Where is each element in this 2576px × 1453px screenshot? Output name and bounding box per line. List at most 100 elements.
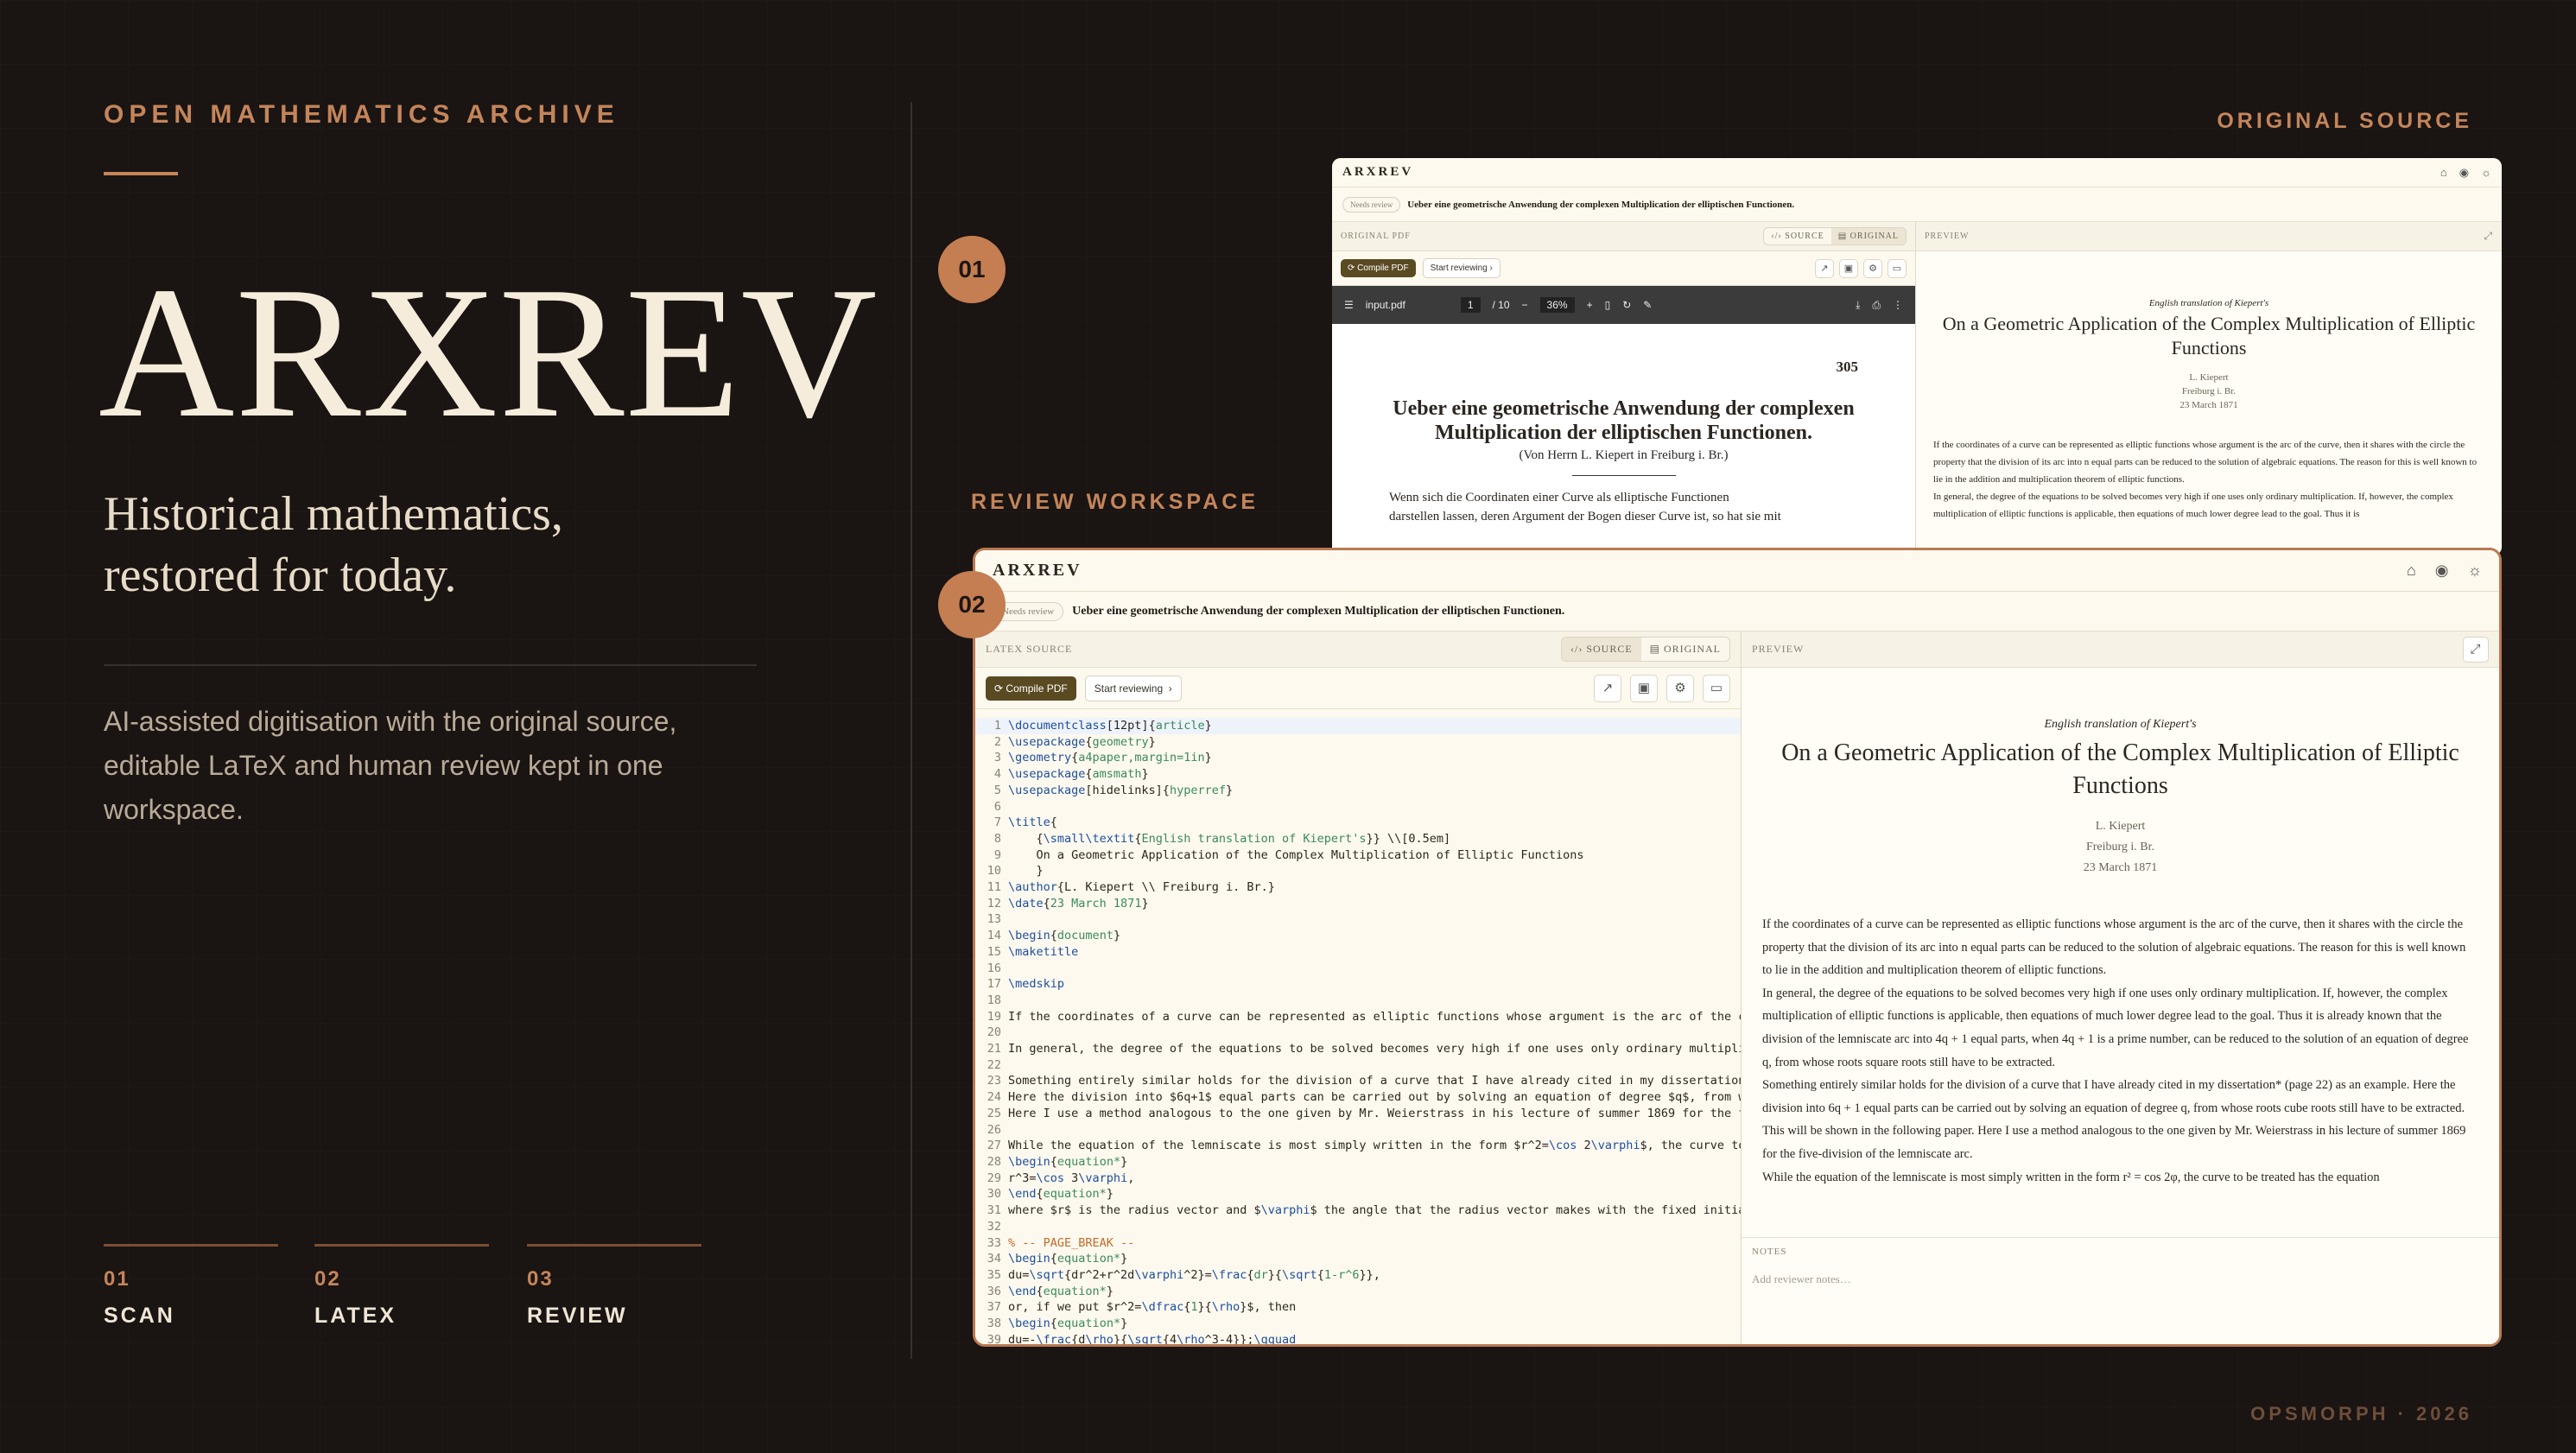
code-line[interactable]: 32	[975, 1219, 1741, 1235]
home-icon[interactable]: ⌂	[2407, 562, 2416, 580]
code-line[interactable]: 35 du=\sqrt{dr^2+r^2d\varphi^2}=\frac{dr}…	[975, 1267, 1741, 1284]
rotate-icon[interactable]: ↻	[1622, 299, 1631, 311]
menu-icon[interactable]: ☰	[1344, 299, 1354, 311]
code-line[interactable]: 18	[975, 993, 1741, 1009]
code-editor[interactable]: 1 \documentclass[12pt]{article} 2 \usepacka…	[975, 714, 1741, 1344]
account-icon[interactable]: ◉	[2435, 562, 2449, 580]
code-line[interactable]: 13	[975, 911, 1741, 928]
code-line[interactable]: 2 \usepackage{geometry}	[975, 734, 1741, 751]
app-logo[interactable]: ARXREV	[1342, 165, 1413, 180]
start-review-button[interactable]: Start reviewing ›	[1422, 258, 1501, 278]
save-icon[interactable]: ▭	[1888, 258, 1907, 278]
code-line[interactable]: 34 \begin{equation*}	[975, 1251, 1741, 1267]
draw-icon[interactable]: ✎	[1643, 299, 1652, 311]
code-line[interactable]: 19 If the coordinates of a curve can be r…	[975, 1009, 1741, 1025]
app-header: ARXREV ⌂ ◉ ☼	[1332, 158, 2502, 187]
step-label: LATEX	[314, 1304, 397, 1328]
code-line[interactable]: 21 In general, the degree of the equation…	[975, 1041, 1741, 1057]
notes-input[interactable]: Add reviewer notes…	[1752, 1272, 2489, 1286]
theme-icon[interactable]: ☼	[2468, 562, 2483, 580]
account-icon[interactable]: ◉	[2459, 166, 2469, 180]
code-line[interactable]: 25 Here I use a method analogous to the o…	[975, 1106, 1741, 1122]
image-icon[interactable]: ▣	[1839, 258, 1858, 278]
print-icon[interactable]: ⎙	[1872, 299, 1881, 312]
settings-icon[interactable]: ⚙	[1666, 674, 1694, 702]
theme-icon[interactable]: ☼	[2481, 166, 2491, 180]
step-badge-01: 01	[938, 236, 1006, 303]
line-number: 29	[987, 1171, 1001, 1185]
preview-paragraph: Something entirely similar holds for the…	[1762, 1078, 2466, 1161]
footer-credit: OPSMORPH · 2026	[2250, 1403, 2472, 1424]
code-line[interactable]: 28 \begin{equation*}	[975, 1154, 1741, 1171]
code-line[interactable]: 4 \usepackage{amsmath}	[975, 766, 1741, 783]
compile-button[interactable]: ⟳ Compile PDF	[1341, 259, 1416, 277]
expand-icon[interactable]: ⤢	[2463, 636, 2489, 663]
code-line[interactable]: 36 \end{equation*}	[975, 1284, 1741, 1300]
code-line[interactable]: 39 du=-\frac{d\rho}{\sqrt{4\rho^3-4}};\qq…	[975, 1332, 1741, 1344]
code-line[interactable]: 8 {\small\textit{English translation of …	[975, 831, 1741, 847]
line-number: 22	[987, 1057, 1001, 1072]
code-line[interactable]: 23 Something entirely similar holds for t…	[975, 1073, 1741, 1089]
code-line[interactable]: 6	[975, 799, 1741, 815]
tab-source[interactable]: ‹/› Source	[1561, 638, 1641, 661]
home-icon[interactable]: ⌂	[2440, 166, 2447, 180]
settings-icon[interactable]: ⚙	[1863, 258, 1882, 278]
code-line[interactable]: 24 Here the division into $6q+1$ equal pa…	[975, 1089, 1741, 1106]
code-line[interactable]: 16	[975, 961, 1741, 977]
pane-label: PREVIEW	[1925, 232, 1970, 241]
line-number: 6	[993, 799, 1001, 814]
original-source-window: ARXREV ⌂ ◉ ☼ Needs review Ueber eine geo…	[1332, 158, 2502, 555]
download-icon[interactable]: ⤓	[1856, 299, 1860, 312]
code-line[interactable]: 12 \date{23 March 1871}	[975, 896, 1741, 912]
open-external-icon[interactable]: ↗	[1815, 258, 1834, 278]
tab-original[interactable]: ▤ Original	[1830, 228, 1906, 244]
code-line[interactable]: 22	[975, 1057, 1741, 1074]
code-line[interactable]: 1 \documentclass[12pt]{article}	[975, 718, 1741, 734]
code-line[interactable]: 7 \title{	[975, 815, 1741, 831]
tab-original[interactable]: ▤ Original	[1641, 638, 1729, 661]
code-line[interactable]: 9 On a Geometric Application of the Comp…	[975, 847, 1741, 864]
code-line[interactable]: 26	[975, 1122, 1741, 1139]
code-text: }	[1008, 864, 1044, 879]
preview-subtitle: English translation of Kiepert's	[2044, 718, 2197, 731]
save-icon[interactable]: ▭	[1703, 674, 1730, 702]
app-logo[interactable]: ARXREV	[993, 561, 1082, 581]
code-line[interactable]: 17 \medskip	[975, 976, 1741, 993]
tab-source[interactable]: ‹/› Source	[1764, 228, 1830, 244]
code-line[interactable]: 30 \end{equation*}	[975, 1186, 1741, 1202]
page-input[interactable]: 1	[1460, 297, 1481, 313]
code-line[interactable]: 38 \begin{equation*}	[975, 1316, 1741, 1332]
code-text: du=-\frac{d\rho}{\sqrt{4\rho^3-4}};\qqua…	[1008, 1332, 1297, 1344]
open-external-icon[interactable]: ↗	[1594, 674, 1621, 702]
code-line[interactable]: 27 While the equation of the lemniscate i…	[975, 1138, 1741, 1154]
step-number: 01	[104, 1267, 130, 1291]
code-line[interactable]: 20	[975, 1025, 1741, 1041]
more-icon[interactable]: ⋮	[1893, 299, 1903, 311]
line-number: 8	[993, 831, 1001, 846]
doc-breadcrumb: Needs review Ueber eine geometrische Anw…	[975, 592, 2499, 631]
image-icon[interactable]: ▣	[1630, 674, 1658, 702]
doc-title: Ueber eine geometrische Anwendung der co…	[1072, 604, 1565, 618]
start-review-button[interactable]: Start reviewing ›	[1084, 675, 1182, 701]
notes-label: NOTES	[1752, 1247, 1787, 1257]
code-line[interactable]: 14 \begin{document}	[975, 928, 1741, 944]
code-line[interactable]: 10 }	[975, 863, 1741, 879]
line-number: 37	[987, 1300, 1001, 1315]
code-line[interactable]: 5 \usepackage[hidelinks]{hyperref}	[975, 783, 1741, 799]
preview-content: English translation of Kiepert's On a Ge…	[1916, 251, 2502, 523]
code-line[interactable]: 31 where $r$ is the radius vector and $\v…	[975, 1202, 1741, 1219]
compile-button[interactable]: ⟳ Compile PDF	[986, 676, 1076, 701]
code-line[interactable]: 29 r^3=\cos 3\varphi,	[975, 1171, 1741, 1187]
zoom-out-icon[interactable]: −	[1522, 299, 1528, 311]
code-line[interactable]: 15 \maketitle	[975, 944, 1741, 961]
code-line[interactable]: 37 or, if we put $r^2=\dfrac{1}{\rho}$, t…	[975, 1299, 1741, 1316]
line-number: 36	[987, 1284, 1001, 1298]
step-latex: 02 LATEX	[314, 1244, 489, 1329]
code-line[interactable]: 11 \author{L. Kiepert \\ Freiburg i. Br.}	[975, 879, 1741, 896]
zoom-level[interactable]: 36%	[1539, 297, 1575, 313]
code-line[interactable]: 33 % -- PAGE_BREAK --	[975, 1235, 1741, 1252]
zoom-in-icon[interactable]: +	[1587, 299, 1593, 311]
fit-page-icon[interactable]: ▯	[1605, 299, 1611, 311]
expand-icon[interactable]: ⤢	[2484, 230, 2493, 243]
code-line[interactable]: 3 \geometry{a4paper,margin=1in}	[975, 750, 1741, 766]
